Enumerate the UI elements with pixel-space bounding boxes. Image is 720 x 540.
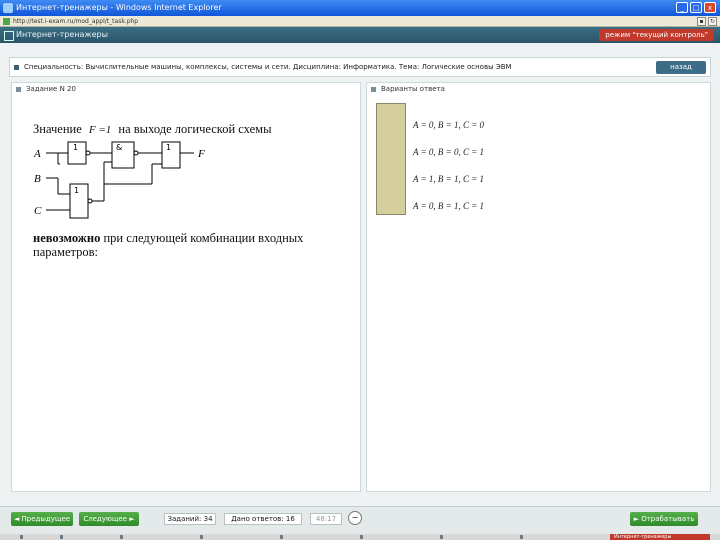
answer-option-3[interactable]: A = 1, B = 1, C = 1 xyxy=(413,174,484,184)
page-icon xyxy=(3,18,10,25)
question-topic: Специальность: Вычислительные машины, ко… xyxy=(24,63,512,71)
bullet-icon xyxy=(14,65,19,70)
timer: 48:17 xyxy=(310,513,342,525)
address-bar[interactable]: http://test.i-exam.ru/mod_appl/t_task.ph… xyxy=(0,16,720,27)
bullet-icon xyxy=(16,87,21,92)
taskbar-item xyxy=(440,535,443,539)
taskbar-active-window[interactable]: Интернет-тренажеры xyxy=(610,534,710,540)
app-name: Интернет-тренажеры xyxy=(16,30,108,39)
task-prompt-line2: невозможно при следующей комбинации вход… xyxy=(33,231,353,245)
clock-icon: − xyxy=(348,511,362,525)
taskbar-item xyxy=(360,535,363,539)
mode-badge: режим "текущий контроль" xyxy=(599,29,714,41)
output-f-label: F xyxy=(197,148,205,160)
question-bar: Специальность: Вычислительные машины, ко… xyxy=(9,57,711,77)
input-a-label: A xyxy=(33,148,41,160)
taskbar: Интернет-тренажеры xyxy=(0,534,720,540)
close-button[interactable]: x xyxy=(704,2,716,13)
minimize-button[interactable]: _ xyxy=(676,2,688,13)
prompt-text-pre: Значение xyxy=(33,122,82,136)
taskbar-item xyxy=(200,535,203,539)
task-prompt-line3: параметров: xyxy=(33,245,98,259)
prompt-formula: F =1 xyxy=(88,124,112,136)
prompt-text-post: на выходе логической схемы xyxy=(118,122,272,136)
gate-label-and: & xyxy=(116,143,122,152)
input-b-label: B xyxy=(34,173,41,185)
task-prompt-line1: Значение F =1 на выходе логической схемы xyxy=(33,122,271,137)
input-c-label: C xyxy=(34,205,42,217)
app-header: Интернет-тренажеры режим "текущий контро… xyxy=(0,27,720,43)
answer-option-2[interactable]: A = 0, B = 0, C = 1 xyxy=(413,147,484,157)
address-url[interactable]: http://test.i-exam.ru/mod_appl/t_task.ph… xyxy=(13,16,138,27)
answered-count: Дано ответов: 16 xyxy=(224,513,302,525)
gate-label-or: 1 xyxy=(166,143,171,152)
browser-icon xyxy=(3,3,13,13)
taskbar-item xyxy=(60,535,63,539)
lock-icon: ▪ xyxy=(697,17,706,26)
answer-selection-column[interactable] xyxy=(376,103,406,215)
refresh-icon[interactable]: ↻ xyxy=(708,17,717,26)
finish-button[interactable]: ► Отрабатывать xyxy=(630,512,698,526)
taskbar-item xyxy=(280,535,283,539)
next-button[interactable]: Следующее ► xyxy=(79,512,139,526)
maximize-button[interactable]: □ xyxy=(690,2,702,13)
task-panel-header: Задание N 20 xyxy=(12,83,360,95)
answer-option-4[interactable]: A = 0, B = 1, C = 1 xyxy=(413,201,484,211)
taskbar-item xyxy=(520,535,523,539)
back-button[interactable]: назад xyxy=(656,61,706,74)
tasks-count: Заданий: 34 xyxy=(164,513,216,525)
bullet-icon xyxy=(371,87,376,92)
taskbar-item xyxy=(120,535,123,539)
prompt-bold-word: невозможно xyxy=(33,231,101,245)
next-label: Следующее xyxy=(83,515,128,523)
previous-button[interactable]: ◄ Предыдущее xyxy=(11,512,73,526)
window-title: Интернет-тренажеры - Windows Internet Ex… xyxy=(16,3,222,12)
answers-panel-header: Варианты ответа xyxy=(367,83,710,95)
prompt-text-rest: при следующей комбинации входных xyxy=(103,231,304,245)
gate-label-lower: 1 xyxy=(74,186,79,195)
task-title: Задание N 20 xyxy=(26,85,76,93)
gate-label-not: 1 xyxy=(73,143,78,152)
previous-label: Предыдущее xyxy=(21,515,71,523)
answers-title: Варианты ответа xyxy=(381,85,445,93)
answers-panel: Варианты ответа xyxy=(366,82,711,492)
finish-label: Отрабатывать xyxy=(641,515,695,523)
app-logo-icon xyxy=(4,31,14,41)
window-titlebar: Интернет-тренажеры - Windows Internet Ex… xyxy=(0,0,720,16)
answer-option-1[interactable]: A = 0, B = 1, C = 0 xyxy=(413,120,484,130)
taskbar-item xyxy=(20,535,23,539)
logic-circuit-diagram: A B C F 1 & 1 1 xyxy=(33,141,205,219)
